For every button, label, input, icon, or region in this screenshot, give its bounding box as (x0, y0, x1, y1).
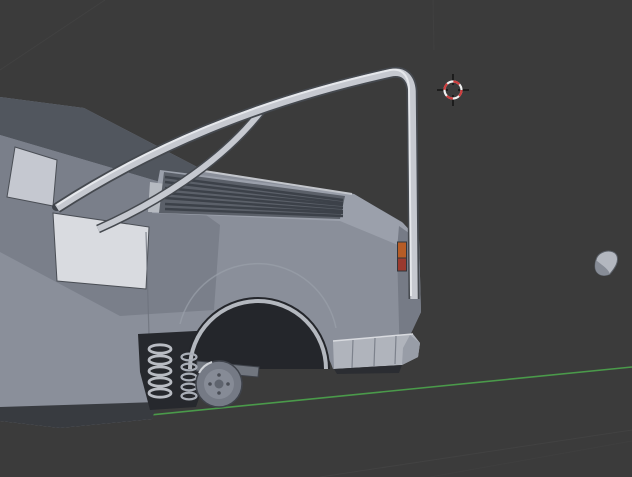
lug-bolt (226, 382, 230, 386)
lug-bolt (217, 373, 221, 377)
hub-center (214, 379, 224, 389)
3d-viewport[interactable] (0, 0, 632, 477)
brake-drum (195, 360, 243, 408)
tail-light (397, 241, 407, 272)
lug-bolt (208, 382, 212, 386)
lug-bolt (217, 391, 221, 395)
tail-light-red (397, 257, 407, 272)
tail-light-amber (397, 241, 407, 259)
